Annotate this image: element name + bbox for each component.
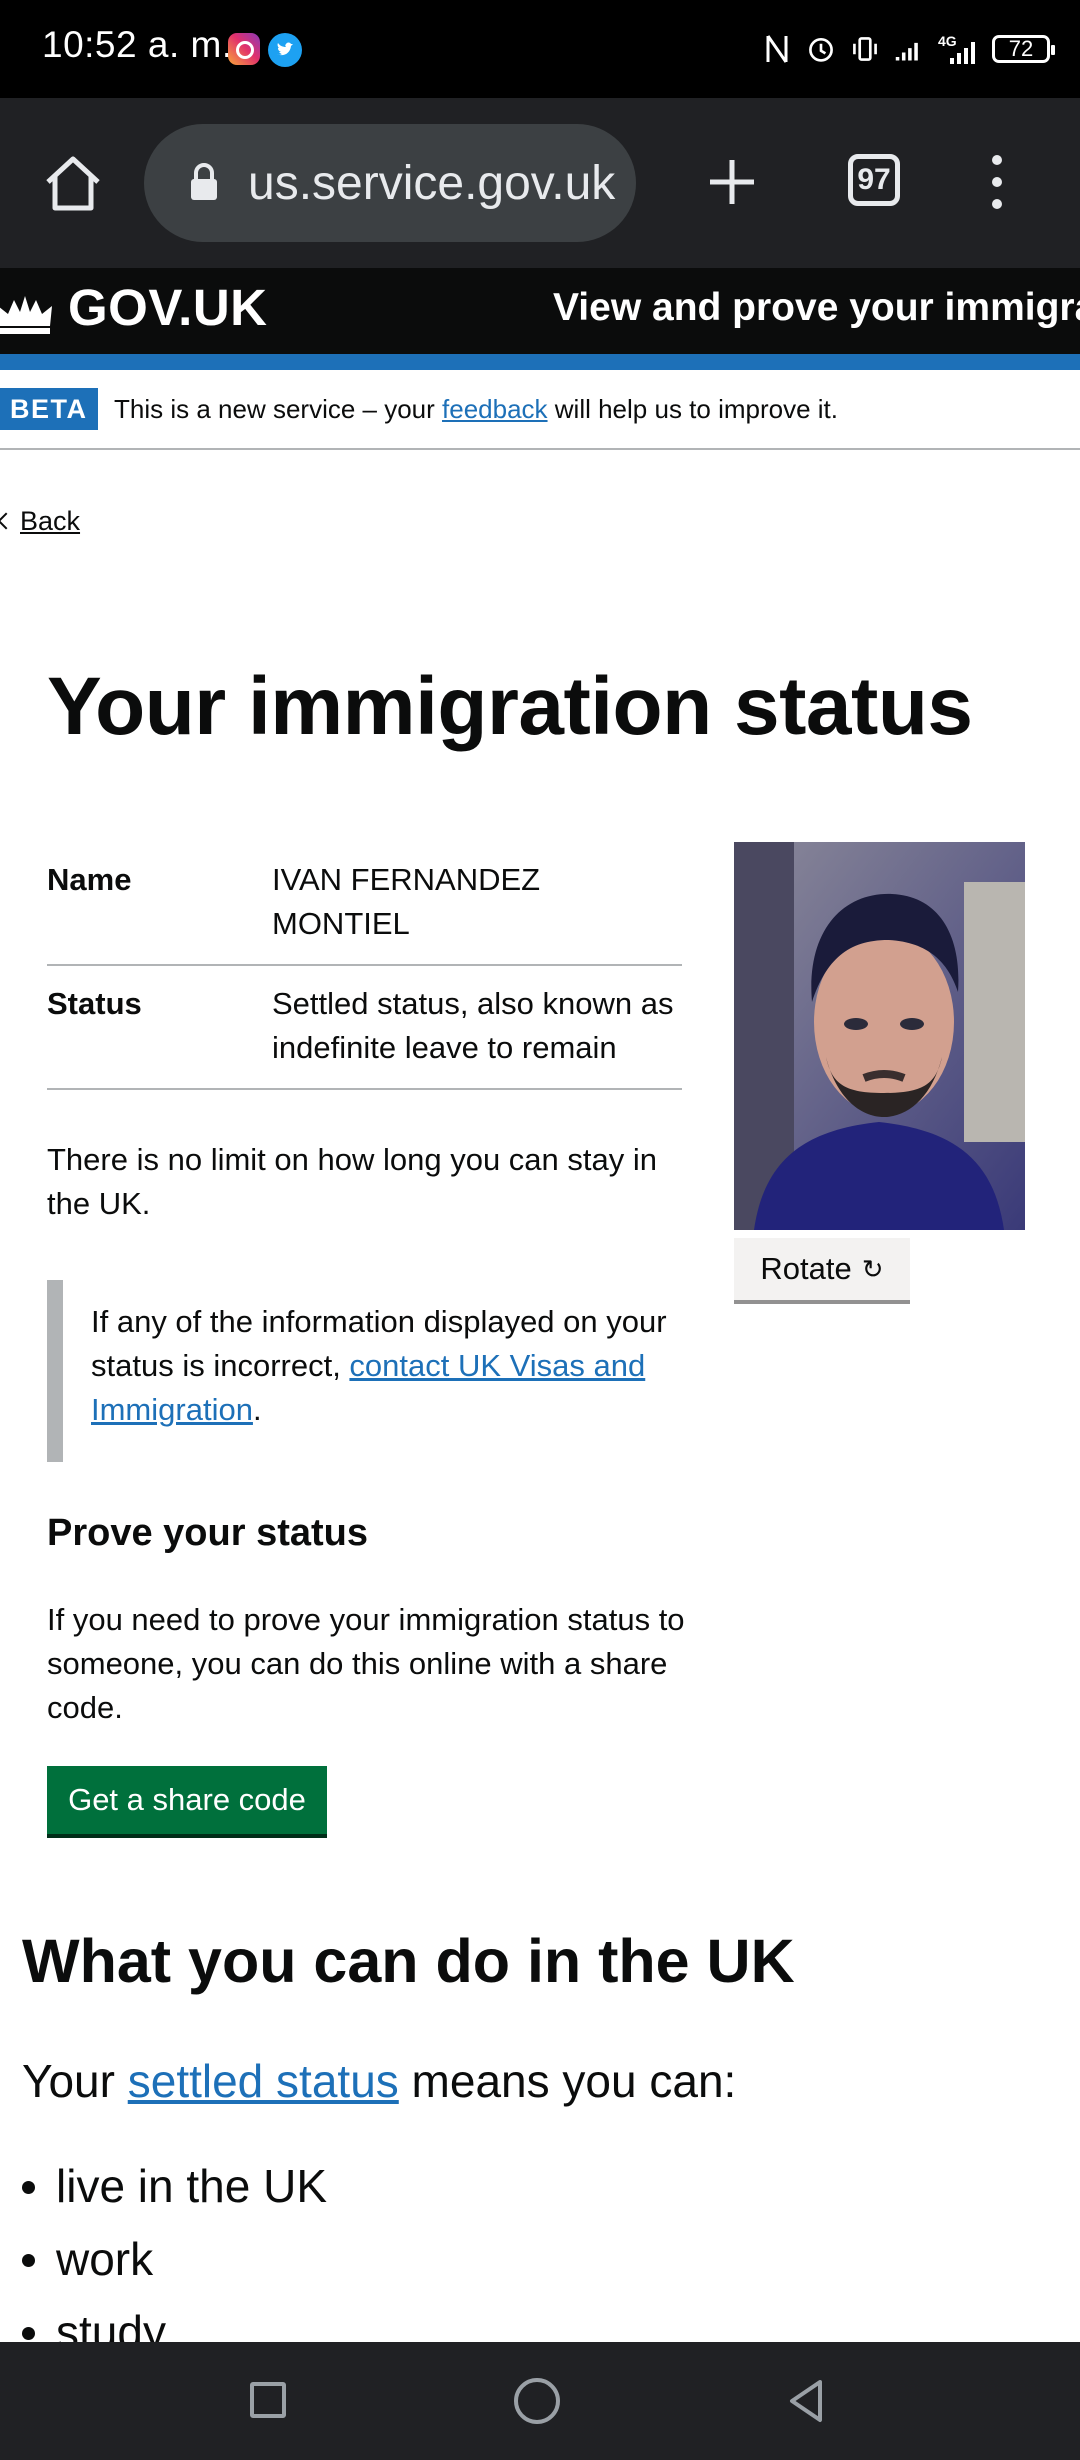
url-text: us.service.gov.uk	[248, 157, 616, 210]
inset-text: If any of the information displayed on y…	[47, 1280, 687, 1462]
home-icon[interactable]	[40, 150, 106, 216]
summary-row-status: Status Settled status, also known as ind…	[47, 966, 682, 1090]
list-item: work	[22, 2223, 327, 2296]
overflow-menu-icon[interactable]	[985, 150, 1009, 214]
recents-button[interactable]	[250, 2382, 286, 2418]
crown-icon	[0, 296, 52, 334]
service-name-link[interactable]: View and prove your immigra	[553, 286, 1080, 330]
settled-intro-before: Your	[22, 2055, 128, 2107]
prove-status-heading: Prove your status	[47, 1512, 368, 1554]
status-bar: 10:52 a. m. 4G 72	[0, 0, 1080, 98]
rotate-photo-button[interactable]: Rotate ↻	[734, 1238, 910, 1304]
summary-value: IVAN FERNANDEZ MONTIEL	[272, 862, 541, 941]
permissions-list: live in the UK work study	[22, 2150, 327, 2369]
battery-level: 72	[1008, 36, 1034, 61]
status-summary-list: Name IVAN FERNANDEZ MONTIEL Status Settl…	[47, 842, 682, 1090]
phase-banner: BETA This is a new service – your feedba…	[0, 370, 1080, 450]
settled-status-intro: Your settled status means you can:	[22, 2054, 736, 2108]
new-tab-icon[interactable]	[700, 150, 764, 214]
address-bar[interactable]: us.service.gov.uk	[144, 124, 636, 242]
what-you-can-do-heading: What you can do in the UK	[22, 1927, 795, 1995]
back-link[interactable]: Back	[20, 506, 80, 536]
tab-switcher-button[interactable]: 97	[848, 154, 900, 206]
network-label: 4G	[938, 33, 957, 49]
settled-status-link[interactable]: settled status	[128, 2055, 399, 2107]
chevron-left-icon	[0, 512, 15, 530]
summary-key: Name	[47, 862, 132, 897]
lock-icon	[191, 163, 217, 200]
clock: 10:52 a. m.	[42, 24, 233, 65]
system-navigation-bar	[0, 2342, 1080, 2460]
prove-status-text: If you need to prove your immigration st…	[47, 1602, 685, 1725]
inset-text-after: .	[252, 1392, 262, 1427]
list-item: live in the UK	[22, 2150, 327, 2223]
4g-signal-icon: 4G	[938, 33, 975, 64]
rotate-label: Rotate	[760, 1251, 852, 1286]
browser-toolbar: us.service.gov.uk 97	[0, 98, 1080, 268]
vibrate-icon	[853, 37, 877, 61]
summary-value: Settled status, also known as indefinite…	[272, 986, 674, 1065]
rotate-icon: ↻	[861, 1253, 884, 1284]
feedback-link[interactable]: feedback	[442, 394, 548, 424]
summary-key: Status	[47, 986, 142, 1021]
get-share-code-button[interactable]: Get a share code	[47, 1766, 327, 1834]
twitter-notification-icon	[268, 33, 302, 67]
no-limit-text: There is no limit on how long you can st…	[47, 1142, 657, 1221]
phase-banner-text-before: This is a new service – your	[114, 394, 443, 424]
settled-intro-after: means you can:	[398, 2055, 737, 2107]
tab-count: 97	[857, 163, 891, 196]
signal-icon	[895, 42, 918, 61]
holder-photo	[734, 842, 1025, 1230]
govuk-logo-link[interactable]: GOV.UK	[68, 278, 268, 337]
page-title: Your immigration status	[47, 661, 973, 752]
govuk-header: GOV.UK View and prove your immigra	[0, 268, 1080, 354]
back-triangle-icon[interactable]	[786, 2376, 826, 2426]
phase-banner-text: This is a new service – your feedback wi…	[114, 394, 838, 425]
instagram-notification-icon	[228, 33, 260, 65]
summary-row-name: Name IVAN FERNANDEZ MONTIEL	[47, 842, 682, 966]
status-icons: 4G 72	[762, 26, 1055, 72]
alarm-icon	[809, 37, 833, 62]
phase-banner-text-after: will help us to improve it.	[547, 394, 838, 424]
battery-icon: 72	[992, 35, 1055, 63]
back-link-container: Back	[0, 506, 80, 537]
home-button[interactable]	[514, 2378, 560, 2424]
header-blue-bar	[0, 354, 1080, 370]
beta-tag: BETA	[0, 388, 98, 430]
nfc-icon	[766, 35, 788, 63]
